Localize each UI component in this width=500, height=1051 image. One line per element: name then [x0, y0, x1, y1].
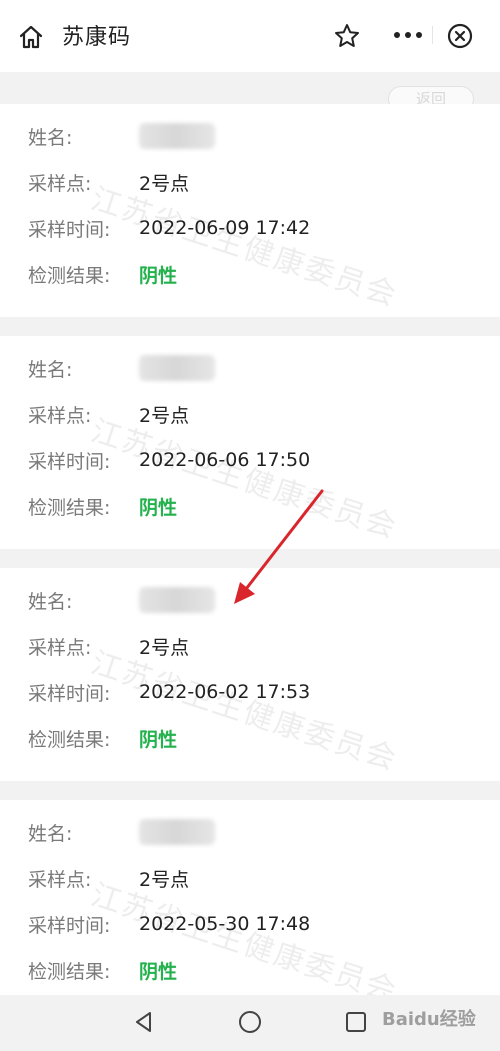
result-label: 检测结果: [28, 960, 111, 983]
watermark: 江苏省卫生健康委员会 [86, 645, 402, 778]
site-row: 采样点: 2号点 [28, 863, 189, 893]
test-record-card: 江苏省卫生健康委员会 姓名: 采样点: 2号点 采样时间: 2022-05-30… [0, 800, 500, 1000]
name-label: 姓名: [28, 590, 73, 613]
name-value-blurred [139, 123, 215, 149]
name-label: 姓名: [28, 358, 73, 381]
result-row: 检测结果: 阴性 [28, 723, 177, 753]
name-value-blurred [139, 587, 215, 613]
site-row: 采样点: 2号点 [28, 167, 189, 197]
name-label: 姓名: [28, 822, 73, 845]
result-label: 检测结果: [28, 264, 111, 287]
time-label: 采样时间: [28, 682, 111, 705]
test-record-card: 江苏省卫生健康委员会 姓名: 采样点: 2号点 采样时间: 2022-06-06… [0, 336, 500, 549]
time-value: 2022-06-06 17:50 [139, 449, 311, 471]
time-label: 采样时间: [28, 218, 111, 241]
close-icon[interactable] [446, 22, 474, 50]
site-label: 采样点: [28, 172, 92, 195]
time-value: 2022-06-09 17:42 [139, 217, 311, 239]
site-value: 2号点 [139, 404, 190, 427]
name-row: 姓名: [28, 817, 215, 847]
name-row: 姓名: [28, 121, 215, 151]
time-label: 采样时间: [28, 914, 111, 937]
result-label: 检测结果: [28, 728, 111, 751]
site-value: 2号点 [139, 172, 190, 195]
test-record-card: 江苏省卫生健康委员会 姓名: 采样点: 2号点 采样时间: 2022-06-02… [0, 568, 500, 781]
capsule-divider [432, 26, 433, 44]
home-circle-icon[interactable] [236, 1008, 264, 1036]
time-row: 采样时间: 2022-05-30 17:48 [28, 909, 310, 939]
top-bar: 苏康码 [0, 0, 500, 72]
site-label: 采样点: [28, 404, 92, 427]
time-row: 采样时间: 2022-06-06 17:50 [28, 445, 310, 475]
result-value: 阴性 [139, 728, 178, 751]
result-label: 检测结果: [28, 496, 111, 519]
name-value-blurred [139, 355, 215, 381]
back-triangle-icon[interactable] [130, 1008, 158, 1036]
name-row: 姓名: [28, 585, 215, 615]
watermark: 江苏省卫生健康委员会 [86, 413, 402, 546]
time-row: 采样时间: 2022-06-09 17:42 [28, 213, 310, 243]
watermark: 江苏省卫生健康委员会 [86, 181, 402, 314]
site-label: 采样点: [28, 636, 92, 659]
time-row: 采样时间: 2022-06-02 17:53 [28, 677, 310, 707]
star-icon[interactable] [333, 22, 361, 50]
result-value: 阴性 [139, 264, 178, 287]
site-value: 2号点 [139, 636, 190, 659]
result-value: 阴性 [139, 496, 178, 519]
result-value: 阴性 [139, 960, 178, 983]
name-row: 姓名: [28, 353, 215, 383]
site-row: 采样点: 2号点 [28, 399, 189, 429]
result-row: 检测结果: 阴性 [28, 259, 177, 289]
watermark: 江苏省卫生健康委员会 [86, 877, 402, 1000]
site-row: 采样点: 2号点 [28, 631, 189, 661]
page-title: 苏康码 [62, 25, 132, 50]
site-value: 2号点 [139, 868, 190, 891]
test-record-card: 江苏省卫生健康委员会 姓名: 采样点: 2号点 采样时间: 2022-06-09… [0, 104, 500, 317]
more-icon[interactable] [388, 22, 428, 48]
name-label: 姓名: [28, 126, 73, 149]
result-row: 检测结果: 阴性 [28, 491, 177, 521]
recent-apps-icon[interactable] [342, 1008, 370, 1036]
time-label: 采样时间: [28, 450, 111, 473]
time-value: 2022-06-02 17:53 [139, 681, 311, 703]
result-row: 检测结果: 阴性 [28, 955, 177, 985]
time-value: 2022-05-30 17:48 [139, 913, 311, 935]
site-label: 采样点: [28, 868, 92, 891]
home-icon[interactable] [18, 24, 44, 50]
baidu-jingyan-watermark-logo: Baidu经验 [382, 1009, 476, 1030]
name-value-blurred [139, 819, 215, 845]
